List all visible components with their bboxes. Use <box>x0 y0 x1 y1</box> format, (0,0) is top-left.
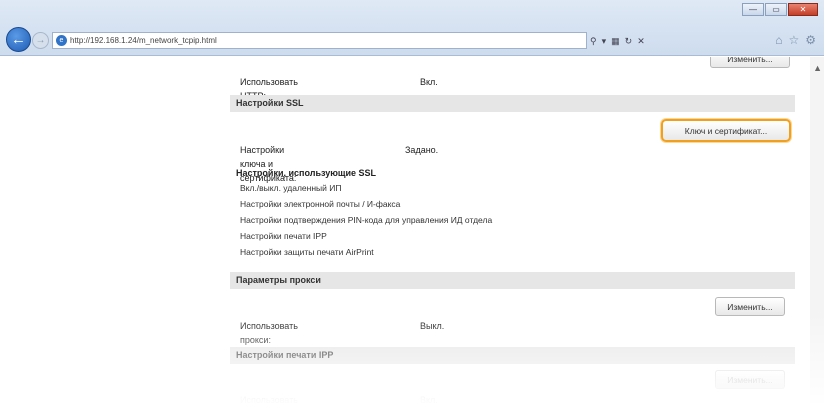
arrow-right-icon: → <box>35 35 46 46</box>
compat-icon[interactable]: ▦ <box>611 36 620 47</box>
ipp-section-header: Настройки печати IPP <box>230 347 795 364</box>
ssl-usage-subhead: Настройки, использующие SSL <box>236 168 377 178</box>
proxy-section-header: Параметры прокси <box>230 272 795 289</box>
ssl-usage-item: Вкл./выкл. удаленный ИП <box>240 183 342 193</box>
navigation-bar: ← → e http://192.168.1.24/m_network_tcpi… <box>0 26 824 54</box>
maximize-button[interactable]: ▭ <box>765 3 787 16</box>
ipp-value: Вкл. <box>420 395 438 403</box>
ssl-usage-item: Настройки электронной почты / И-факса <box>240 199 401 209</box>
scroll-up-icon[interactable]: ▲ <box>813 63 822 73</box>
vertical-scrollbar[interactable]: ▲ <box>810 57 824 403</box>
http-edit-button[interactable]: Изменить... <box>710 57 790 68</box>
address-bar[interactable]: e http://192.168.1.24/m_network_tcpip.ht… <box>52 32 587 49</box>
ipp-edit-button[interactable]: Изменить... <box>715 370 785 389</box>
settings-gear-icon[interactable]: ⚙ <box>805 33 816 47</box>
minimize-button[interactable]: — <box>742 3 764 16</box>
proxy-edit-button[interactable]: Изменить... <box>715 297 785 316</box>
url-text: http://192.168.1.24/m_network_tcpip.html <box>70 36 217 45</box>
ssl-usage-item: Настройки печати IPP <box>240 231 327 241</box>
proxy-value: Выкл. <box>420 321 445 331</box>
ssl-usage-item: Настройки защиты печати AirPrint <box>240 247 374 257</box>
favorites-star-icon[interactable]: ☆ <box>788 33 799 47</box>
proxy-label: Использовать прокси: <box>240 321 298 345</box>
search-icon[interactable]: ⚲ <box>590 36 597 47</box>
home-icon[interactable]: ⌂ <box>775 33 782 47</box>
stop-icon[interactable]: ✕ <box>637 36 645 47</box>
refresh-icon[interactable]: ↻ <box>625 36 633 47</box>
browser-toolbar: ⌂ ☆ ⚙ <box>769 33 816 47</box>
close-button[interactable]: ✕ <box>788 3 818 16</box>
forward-button[interactable]: → <box>32 32 49 49</box>
web-page: Изменить... Использовать HTTP: Вкл. Наст… <box>0 57 824 403</box>
ssl-section-header: Настройки SSL <box>230 95 795 112</box>
dropdown-icon[interactable]: ▾ <box>602 36 607 47</box>
key-certificate-button[interactable]: Ключ и сертификат... <box>661 119 791 142</box>
ssl-usage-item: Настройки подтверждения PIN-кода для упр… <box>240 215 493 225</box>
window-controls: — ▭ ✕ <box>741 3 818 16</box>
browser-chrome: — ▭ ✕ ← → e http://192.168.1.24/m_networ… <box>0 0 824 56</box>
address-tools: ⚲ ▾ ▦ ↻ ✕ <box>590 34 650 48</box>
http-value: Вкл. <box>420 77 438 87</box>
back-button[interactable]: ← <box>6 27 31 52</box>
key-certificate-value: Задано. <box>405 145 439 155</box>
ie-favicon-icon: e <box>56 35 67 46</box>
arrow-left-icon: ← <box>11 31 26 48</box>
ipp-label: Использовать печать IPP: <box>240 395 298 403</box>
key-certificate-label: Настройки ключа и сертификата: <box>240 145 297 183</box>
